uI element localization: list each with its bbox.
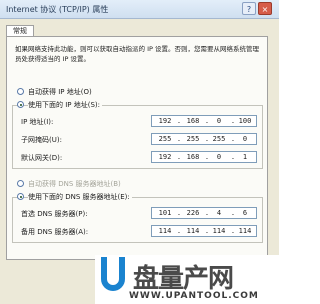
u-logo-icon bbox=[101, 257, 125, 291]
watermark-url: WWW.UPANTOOL.COM bbox=[129, 291, 259, 301]
ip-address-label: IP 地址(I): bbox=[21, 118, 54, 126]
title-bar[interactable]: Internet 协议 (TCP/IP) 属性 ? × bbox=[0, 0, 279, 19]
ip-address-input[interactable]: 192. 168. 0. 100 bbox=[151, 115, 257, 127]
alternate-dns-label: 备用 DNS 服务器(A): bbox=[21, 228, 89, 236]
description-text: 如果网络支持此功能，则可以获取自动指派的 IP 设置。否则，您需要从网络系统管理… bbox=[15, 45, 259, 63]
help-button[interactable]: ? bbox=[242, 2, 256, 15]
window-title: Internet 协议 (TCP/IP) 属性 bbox=[6, 5, 109, 14]
manual-dns-label[interactable]: 使用下面的 DNS 服务器地址(E): bbox=[28, 192, 132, 202]
auto-ip-radio[interactable] bbox=[17, 88, 24, 95]
close-button[interactable]: × bbox=[258, 2, 272, 15]
subnet-mask-input[interactable]: 255. 255. 255. 0 bbox=[151, 133, 257, 145]
manual-ip-label[interactable]: 使用下面的 IP 地址(S): bbox=[28, 100, 102, 110]
manual-dns-radio[interactable] bbox=[17, 193, 24, 200]
manual-ip-radio[interactable] bbox=[17, 101, 24, 108]
watermark: 盘量产网 WWW.UPANTOOL.COM bbox=[95, 255, 279, 304]
default-gateway-label: 默认网关(D): bbox=[21, 154, 63, 162]
preferred-dns-label: 首选 DNS 服务器(P): bbox=[21, 210, 88, 218]
alternate-dns-input[interactable]: 114. 114. 114. 114 bbox=[151, 225, 257, 237]
subnet-mask-label: 子网掩码(U): bbox=[21, 136, 62, 144]
auto-ip-label[interactable]: 自动获得 IP 地址(O) bbox=[28, 87, 92, 97]
general-panel: 如果网络支持此功能，则可以获取自动指派的 IP 设置。否则，您需要从网络系统管理… bbox=[6, 36, 268, 260]
watermark-brand: 盘量产网 bbox=[133, 264, 234, 294]
preferred-dns-input[interactable]: 101. 226. 4. 6 bbox=[151, 207, 257, 219]
default-gateway-input[interactable]: 192. 168. 0. 1 bbox=[151, 151, 257, 163]
auto-dns-label[interactable]: 自动获得 DNS 服务器地址(B) bbox=[28, 179, 121, 189]
auto-dns-radio[interactable] bbox=[17, 180, 24, 187]
tcpip-properties-dialog: Internet 协议 (TCP/IP) 属性 ? × 常规 如果网络支持此功能… bbox=[0, 0, 279, 304]
